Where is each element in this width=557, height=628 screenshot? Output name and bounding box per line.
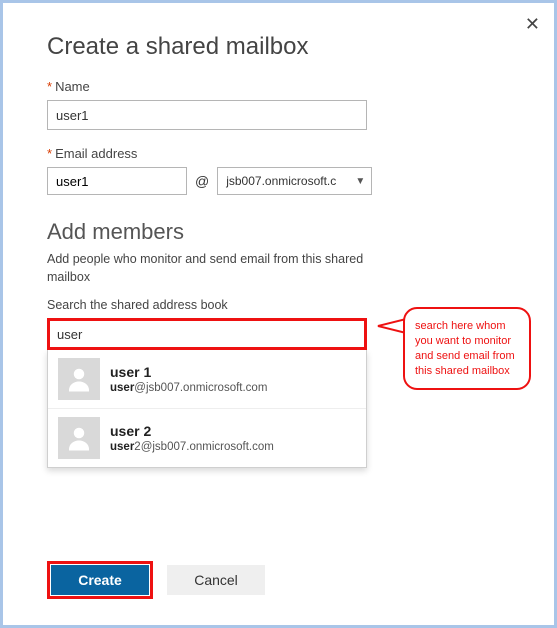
search-result[interactable]: user 2 user2@jsb007.onmicrosoft.com bbox=[48, 409, 366, 467]
email-label-text: Email address bbox=[55, 146, 137, 161]
result-email-match: user bbox=[110, 382, 134, 394]
email-domain-text: jsb007.onmicrosoft.c bbox=[226, 174, 336, 188]
cancel-button[interactable]: Cancel bbox=[167, 565, 265, 595]
result-name: user 1 bbox=[110, 364, 267, 380]
result-email: user@jsb007.onmicrosoft.com bbox=[110, 382, 267, 394]
email-local-input[interactable] bbox=[47, 167, 187, 195]
result-name: user 2 bbox=[110, 423, 274, 439]
name-label-text: Name bbox=[55, 79, 90, 94]
required-mark: * bbox=[47, 146, 52, 161]
avatar-icon bbox=[58, 417, 100, 459]
required-mark: * bbox=[47, 79, 52, 94]
email-row: @ jsb007.onmicrosoft.c ▼ bbox=[47, 167, 510, 195]
search-highlight bbox=[47, 318, 367, 350]
close-icon[interactable]: ✕ bbox=[525, 15, 540, 33]
create-button[interactable]: Create bbox=[51, 565, 149, 595]
name-input[interactable] bbox=[47, 100, 367, 130]
add-members-header: Add members bbox=[47, 219, 510, 245]
dialog-buttons: Create Cancel bbox=[47, 561, 265, 599]
result-email-rest: 2@jsb007.onmicrosoft.com bbox=[134, 441, 274, 453]
search-results-dropdown: user 1 user@jsb007.onmicrosoft.com user … bbox=[47, 350, 367, 468]
callout-tail bbox=[378, 319, 406, 333]
annotation-callout: search here whom you want to monitor and… bbox=[403, 307, 531, 390]
chevron-down-icon: ▼ bbox=[355, 176, 365, 187]
result-email-rest: @jsb007.onmicrosoft.com bbox=[134, 382, 267, 394]
dialog-create-shared-mailbox: ✕ Create a shared mailbox *Name *Email a… bbox=[0, 0, 557, 628]
result-email-match: user bbox=[110, 441, 134, 453]
search-input[interactable] bbox=[51, 322, 363, 346]
page-title: Create a shared mailbox bbox=[47, 33, 510, 61]
email-label: *Email address bbox=[47, 146, 510, 161]
name-label: *Name bbox=[47, 79, 510, 94]
avatar-icon bbox=[58, 358, 100, 400]
search-result[interactable]: user 1 user@jsb007.onmicrosoft.com bbox=[48, 350, 366, 409]
email-at: @ bbox=[195, 173, 209, 189]
result-email: user2@jsb007.onmicrosoft.com bbox=[110, 441, 274, 453]
add-members-description: Add people who monitor and send email fr… bbox=[47, 251, 377, 286]
email-domain-select[interactable]: jsb007.onmicrosoft.c ▼ bbox=[217, 167, 372, 195]
create-highlight: Create bbox=[47, 561, 153, 599]
